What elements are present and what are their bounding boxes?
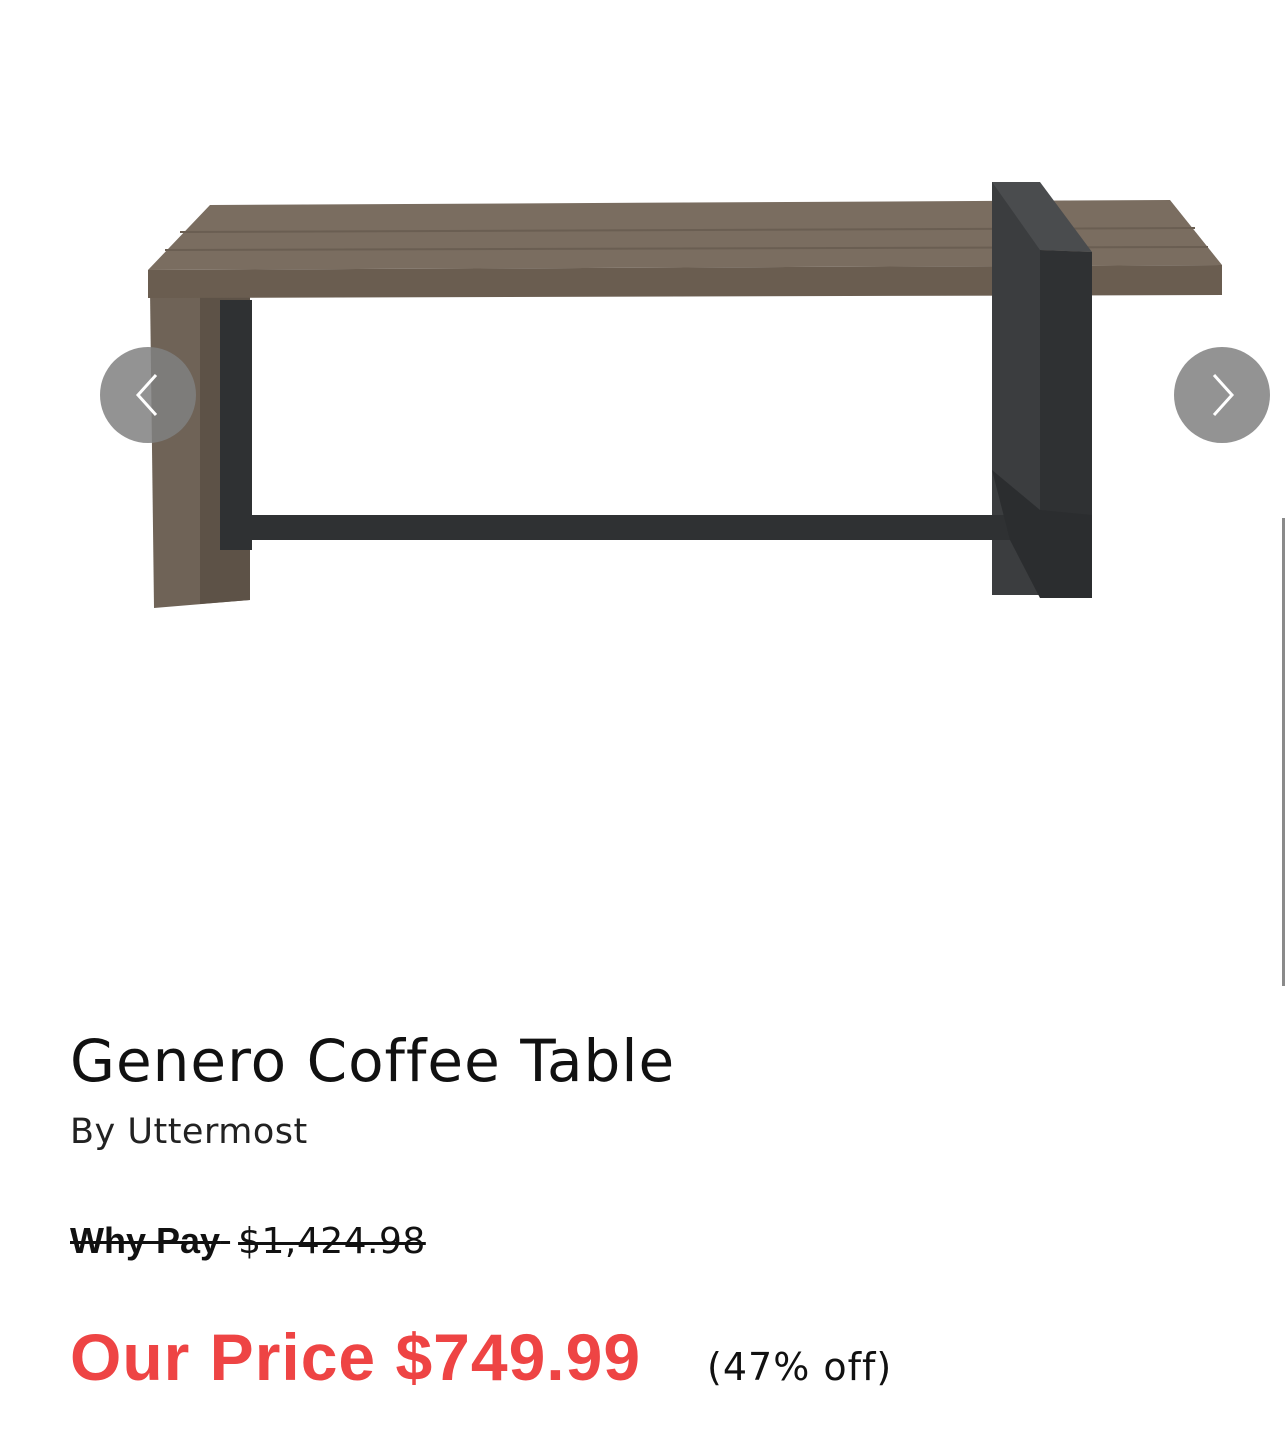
chevron-left-icon [135,373,158,417]
discount-badge: (47% off) [707,1345,893,1389]
price-row: Our Price $749.99 (47% off) [70,1317,1220,1397]
product-info: Genero Coffee Table By Uttermost Why Pay… [70,1020,1220,1397]
original-price: Why Pay $1,424.98 [70,1218,1220,1265]
was-price-amount: $1,424.98 [238,1221,426,1262]
scrollbar-edge [1282,518,1285,986]
product-brand[interactable]: By Uttermost [70,1110,1220,1154]
chevron-right-icon [1212,373,1235,417]
previous-image-button[interactable] [100,347,196,443]
product-image-gallery [0,0,1287,1000]
product-image [148,182,1222,608]
was-price-label: Why Pay [70,1220,221,1261]
next-image-button[interactable] [1174,347,1270,443]
sale-price: Our Price $749.99 [70,1320,642,1394]
product-title: Genero Coffee Table [70,1027,676,1095]
